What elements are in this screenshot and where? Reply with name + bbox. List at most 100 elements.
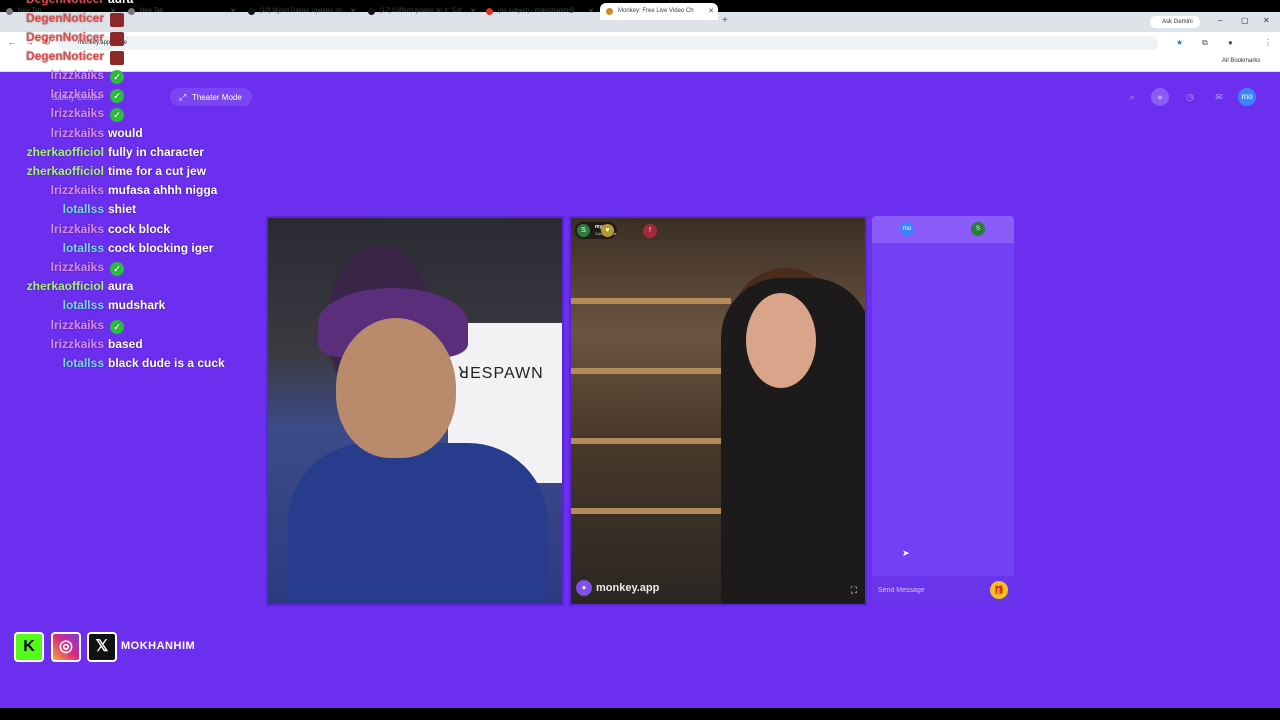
check-emote-icon: ✓ [110,70,124,84]
chat-line: lrizzkaiks based [0,337,260,355]
monkey-icon[interactable]: ● [1151,88,1169,106]
gift-icon[interactable]: 🎁 [990,581,1008,599]
shelf [571,368,731,374]
monkey-logo-icon: ● [576,580,592,596]
chat-message: shiet [108,202,137,216]
chat-username: zherkaofficiol [26,145,104,159]
person-face [336,318,456,458]
emote-icon [110,32,124,46]
streamer-handle: MOKHANHIM [121,640,196,652]
person-jacket [288,443,548,604]
chat-message: aura [108,0,133,6]
chat-username: lrizzkaiks [50,183,104,197]
report-icon[interactable]: ! [643,224,657,238]
extensions-icon[interactable]: ⧉ [1202,38,1208,48]
chat-username: lrizzkaiks [50,318,104,332]
chat-username: lrizzkaiks [50,222,104,236]
bookmark-star-icon[interactable]: ★ [1176,38,1183,47]
chat-line: lrizzkaiks cock block [0,222,260,240]
history-icon[interactable]: ◷ [1181,88,1199,106]
message-composer: 🎁 [872,576,1014,606]
check-emote-icon: ✓ [110,108,124,122]
chat-line: lrizzkaiks mufasa ahhh nigga [0,183,260,201]
local-video: ꓤESPAWN [266,216,564,606]
tab-title: (17) CuffemUpdates on X: 'Cuf [380,8,462,14]
chat-line: lotallss cock blocking iger [0,241,260,259]
close-icon[interactable]: ✕ [350,7,356,15]
close-icon[interactable]: ✕ [588,7,594,15]
chat-header: mo S [872,216,1014,243]
browser-tab[interactable]: (no subject) - mokszhanim@ ✕ [480,3,598,20]
browser-tab-active[interactable]: Monkey: Free Live Video Ch ✕ [600,3,718,20]
chat-message: cock blocking iger [108,241,214,255]
peer-avatar: S [577,224,590,237]
chat-panel: mo S 🎁 [872,216,1014,606]
new-tab-icon[interactable]: + [722,15,728,26]
chat-line: lrizzkaiks ✓ [0,106,260,124]
mouse-cursor-icon: ➤ [902,548,910,558]
chat-message: mufasa ahhh nigga [108,183,218,197]
chat-username: lotallss [62,202,104,216]
chat-username: lotallss [62,298,104,312]
chat-line: zherkaofficiol aura [0,279,260,297]
chat-line: lrizzkaiks ✓ [0,260,260,278]
remote-video: S mya Connecticut ♥ ! ● monkey.app ⛶ [569,216,867,606]
maximize-icon[interactable]: ▢ [1241,16,1249,25]
monkey-watermark: ● monkey.app [576,580,659,596]
x-favicon-icon [368,8,375,15]
tab-title: (no subject) - mokszhanim@ [498,8,575,14]
chat-line: DegenNoticer [0,11,260,29]
instagram-icon: ◎ [51,632,81,662]
emote-icon [110,51,124,65]
all-bookmarks-label: All Bookmarks [1222,58,1261,64]
close-icon[interactable]: ✕ [708,7,714,15]
chat-message: mudshark [108,298,166,312]
ask-gemini-button[interactable]: Ask Gemini [1150,16,1200,28]
peer-info-tag[interactable]: S mya Connecticut ♥ [575,222,617,239]
stream-chat-overlay: DegenNoticerauraDegenNoticerDegenNoticer… [0,0,260,400]
chat-username: lotallss [62,356,104,370]
profile-icon[interactable]: ● [1228,38,1233,47]
search-icon[interactable]: ⌕ [1123,88,1141,106]
chat-message: would [108,126,143,140]
chat-message: time for a cut jew [108,164,207,178]
minimize-icon[interactable]: – [1218,16,1222,25]
check-emote-icon: ✓ [110,262,124,276]
shelf [571,508,731,514]
person-face [746,293,816,388]
chat-message: aura [108,279,134,293]
send-message-input[interactable] [878,582,978,598]
chat-line: lotallss mudshark [0,298,260,316]
close-icon[interactable]: ✕ [470,7,476,15]
emote-icon [110,13,124,27]
close-window-icon[interactable]: ✕ [1263,16,1270,25]
chair-logo: ꓤESPAWN [458,365,544,382]
monkey-favicon-icon [606,8,613,15]
menu-icon[interactable]: ⋮ [1264,38,1272,47]
chat-username: DegenNoticer [26,0,104,6]
avatar-initials: mo [1241,92,1253,101]
heart-icon[interactable]: ♥ [601,224,614,237]
x-social-icon: 𝕏 [87,632,117,662]
fullscreen-icon[interactable]: ⛶ [851,585,857,596]
browser-tab[interactable]: (17) CuffemUpdates on X: 'Cuf ✕ [362,3,480,20]
my-avatar: mo [900,222,914,236]
chat-username: zherkaofficiol [26,164,104,178]
chat-username: lotallss [62,241,104,255]
avatar[interactable]: mo [1238,88,1256,106]
chat-line: lotallss black dude is a cuck [0,356,260,374]
chat-line: zherkaofficiol time for a cut jew [0,164,260,182]
check-emote-icon: ✓ [110,320,124,334]
chat-message: fully in character [108,145,205,159]
gmail-favicon-icon [486,8,493,15]
ask-gemini-label: Ask Gemini [1162,19,1193,25]
chat-username: lrizzkaiks [50,126,104,140]
shelf [571,438,731,444]
messages-icon[interactable]: ✉ [1210,88,1228,106]
chat-line: DegenNoticer aura [0,0,260,10]
chat-line: lotallss shiet [0,202,260,220]
chat-username: lrizzkaiks [50,68,104,82]
chat-line: lrizzkaiks would [0,126,260,144]
chat-username: DegenNoticer [25,49,104,63]
all-bookmarks-button[interactable]: All Bookmarks [1222,58,1260,64]
